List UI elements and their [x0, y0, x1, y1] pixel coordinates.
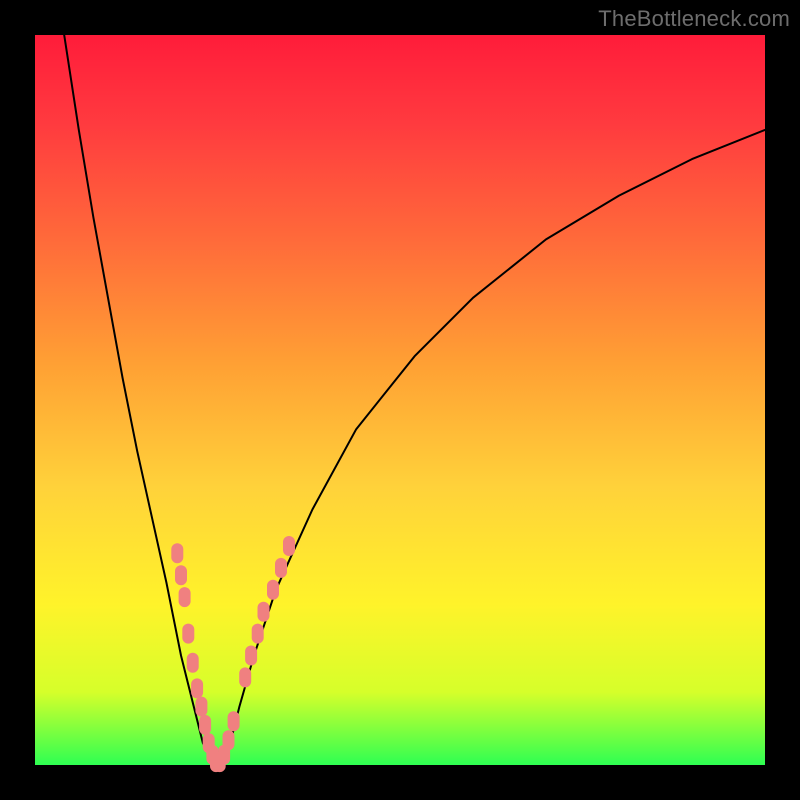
data-marker — [275, 558, 287, 578]
data-markers — [171, 536, 295, 772]
data-marker — [187, 653, 199, 673]
data-marker — [239, 667, 251, 687]
curve-path — [64, 35, 765, 765]
watermark-text: TheBottleneck.com — [598, 6, 790, 32]
plot-area — [35, 35, 765, 765]
data-marker — [199, 715, 211, 735]
data-marker — [283, 536, 295, 556]
data-marker — [252, 624, 264, 644]
data-marker — [191, 678, 203, 698]
data-marker — [179, 587, 191, 607]
data-marker — [175, 565, 187, 585]
data-marker — [245, 646, 257, 666]
data-marker — [223, 730, 235, 750]
chart-frame: TheBottleneck.com — [0, 0, 800, 800]
data-marker — [267, 580, 279, 600]
data-marker — [228, 711, 240, 731]
bottleneck-curve — [64, 35, 765, 765]
data-marker — [171, 543, 183, 563]
chart-svg — [35, 35, 765, 765]
data-marker — [195, 697, 207, 717]
data-marker — [182, 624, 194, 644]
data-marker — [258, 602, 270, 622]
